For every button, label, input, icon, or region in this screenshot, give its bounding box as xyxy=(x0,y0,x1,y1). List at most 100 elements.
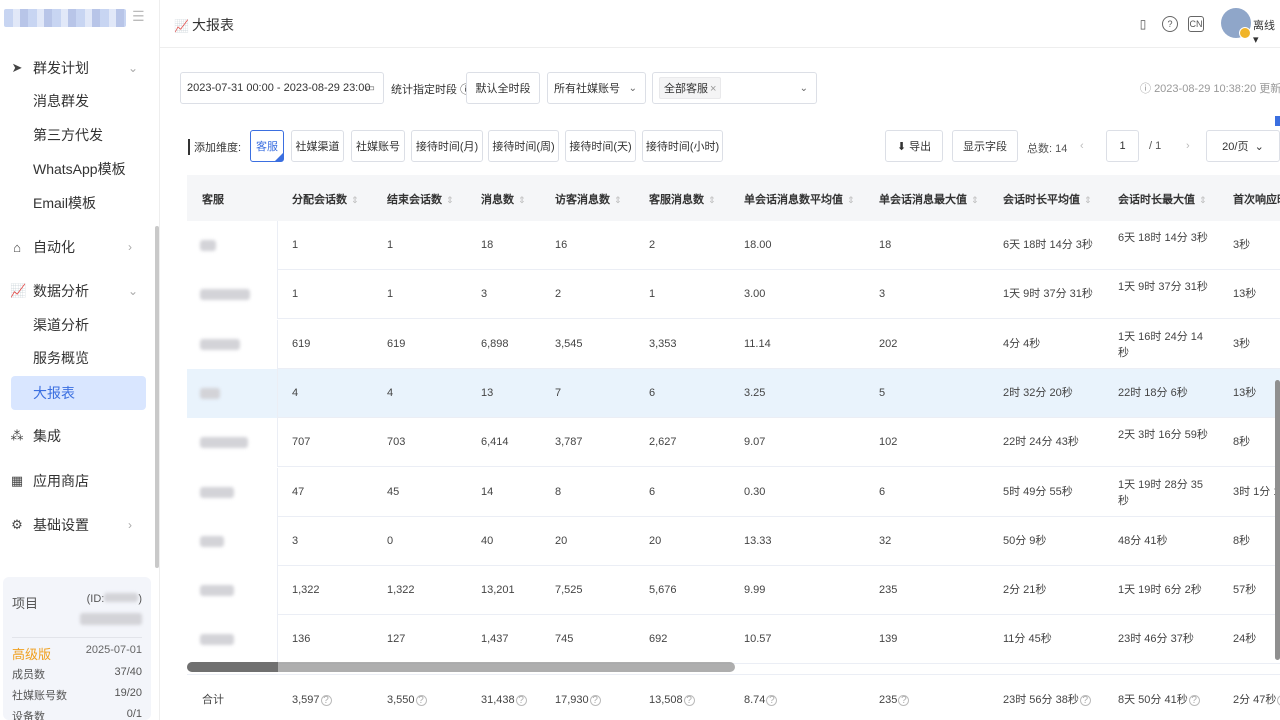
col-messages[interactable]: 消息数 ⇕ xyxy=(481,191,526,207)
nav-item-third-party[interactable]: 第三方代发 xyxy=(33,121,103,149)
table-cell: 1,322 xyxy=(292,584,320,597)
chip-week[interactable]: 接待时间(周) xyxy=(488,130,559,162)
chip-hour[interactable]: 接待时间(小时) xyxy=(642,130,723,162)
agent-name-cell xyxy=(187,418,278,468)
table-row[interactable]: 619 619 6,898 3,545 3,353 11.14 202 4分 4秒 1天 16时… xyxy=(187,319,1280,369)
table-cell: 6 xyxy=(649,386,656,399)
table-cell: 45 xyxy=(387,485,400,498)
table-cell: 8秒 xyxy=(1233,436,1251,449)
table-row[interactable]: 47 45 14 8 6 0.30 6 5时 49分 55秒 1天 19时 28分 35秒 3时 … xyxy=(187,467,1280,517)
agent-select[interactable]: 全部客服 × ⌄ xyxy=(652,72,817,104)
fixed-column-scrollbar xyxy=(187,662,278,672)
next-page-icon[interactable]: › xyxy=(1186,140,1190,152)
total-cell: 2分 47秒? xyxy=(1233,692,1280,708)
table-cell: 1,322 xyxy=(387,584,415,597)
col-max-msgs[interactable]: 单会话消息最大值 ⇕ xyxy=(879,191,979,207)
table-row[interactable]: 136 127 1,437 745 692 10.57 139 11分 45秒 23时 46分 … xyxy=(187,615,1280,665)
redacted-name xyxy=(200,387,220,399)
vertical-scrollbar[interactable] xyxy=(1275,380,1280,660)
nav-group-settings[interactable]: ⚙ 基础设置 › xyxy=(0,510,160,540)
nav-group-mass[interactable]: ➤ 群发计划 ⌄ xyxy=(0,53,160,83)
nav-item-service[interactable]: 服务概览 xyxy=(33,344,89,372)
table-row[interactable]: 707 703 6,414 3,787 2,627 9.07 102 22时 24分 43秒 2… xyxy=(187,418,1280,468)
redacted-name xyxy=(200,240,216,251)
updated-time: ⓘ 2023-08-29 10:38:20 更新数据 xyxy=(1140,83,1280,95)
col-avg-duration[interactable]: 会话时长平均值 ⇕ xyxy=(1003,191,1092,207)
device-icon[interactable]: ▯ xyxy=(1135,16,1151,32)
date-range-picker[interactable]: 2023-07-31 00:00 - 2023-08-29 23:00 ▭ xyxy=(180,72,384,104)
logo xyxy=(4,9,126,27)
chip-channel[interactable]: 社媒渠道 xyxy=(291,130,344,162)
col-assigned[interactable]: 分配会话数 ⇕ xyxy=(292,191,359,207)
page-input[interactable]: 1 xyxy=(1106,130,1139,162)
nav-group-label: 应用商店 xyxy=(33,473,89,489)
table-cell: 16 xyxy=(555,239,568,251)
agent-name-cell xyxy=(187,319,278,369)
export-button[interactable]: ⬇ 导出 xyxy=(885,130,943,162)
calendar-icon: ▭ xyxy=(365,82,375,94)
chip-month[interactable]: 接待时间(月) xyxy=(411,130,483,162)
nav-group-analysis[interactable]: 📈 数据分析 ⌄ xyxy=(0,276,160,306)
col-agent[interactable]: 客服 xyxy=(202,191,224,207)
menu-toggle-icon[interactable]: ☰ xyxy=(132,8,145,25)
agent-tag[interactable]: 全部客服 × xyxy=(659,77,722,99)
avatar[interactable] xyxy=(1221,8,1251,39)
chip-account[interactable]: 社媒账号 xyxy=(351,130,405,162)
col-agent-msgs[interactable]: 客服消息数 ⇕ xyxy=(649,191,716,207)
nav-group-store[interactable]: ▦ 应用商店 xyxy=(0,466,160,496)
nav-group-automation[interactable]: ⌂ 自动化 › xyxy=(0,232,160,262)
redacted-name xyxy=(200,535,224,547)
table-row[interactable]: 1 1 18 16 2 18.00 18 6天 18时 14分 3秒 6天 18时 14分 3秒… xyxy=(187,221,1280,270)
page-size-select[interactable]: 20/页 ⌄ xyxy=(1206,130,1280,162)
total-cell: 235? xyxy=(879,692,910,708)
table-row[interactable]: 3 0 40 20 20 13.33 32 50分 9秒 48分 41秒 8秒 xyxy=(187,516,1280,566)
nav-group-label: 群发计划 xyxy=(33,60,89,76)
nav-group-integration[interactable]: ⁂ 集成 xyxy=(0,421,160,451)
language-icon[interactable]: CN xyxy=(1188,16,1204,32)
help-icon: ? xyxy=(515,695,527,706)
col-closed[interactable]: 结束会话数 ⇕ xyxy=(387,191,454,207)
nav-item-report[interactable]: 大报表 xyxy=(11,376,146,410)
help-icon: ? xyxy=(415,695,427,706)
table-cell: 14 xyxy=(481,485,494,498)
table-cell: 13秒 xyxy=(1233,386,1257,399)
sort-icon: ⇕ xyxy=(847,195,855,205)
table-row[interactable]: 4 4 13 7 6 3.25 5 2时 32分 20秒 22时 18分 6秒 13秒 xyxy=(187,368,1280,418)
account-select[interactable]: 所有社媒账号 ⌄ xyxy=(547,72,646,104)
col-first-response[interactable]: 首次响应时 xyxy=(1233,191,1280,207)
help-icon[interactable]: ? xyxy=(1162,16,1178,32)
table-cell: 1 xyxy=(387,239,394,251)
table-cell: 1 xyxy=(292,239,299,251)
chevron-down-icon: ⌄ xyxy=(128,284,139,298)
table-cell: 57秒 xyxy=(1233,584,1257,597)
nav-item-mass-send[interactable]: 消息群发 xyxy=(33,87,89,115)
table-cell: 6,414 xyxy=(481,436,509,449)
info-icon: ⓘ xyxy=(1140,83,1151,95)
default-period-button[interactable]: 默认全时段 xyxy=(466,72,540,104)
col-avg-msgs[interactable]: 单会话消息数平均值 ⇕ xyxy=(744,191,855,207)
table-row[interactable]: 1,322 1,322 13,201 7,525 5,676 9.99 235 2分 21秒 1… xyxy=(187,566,1280,616)
col-max-duration[interactable]: 会话时长最大值 ⇕ xyxy=(1118,191,1207,207)
status-label[interactable]: 离线 ▾ xyxy=(1253,17,1280,46)
table-cell: 235 xyxy=(879,584,898,597)
table-cell: 3 xyxy=(481,288,488,301)
table-cell: 9.99 xyxy=(744,584,766,597)
nav-item-email[interactable]: Email模板 xyxy=(33,189,96,217)
chevron-right-icon: › xyxy=(128,518,132,532)
table-cell: 4 xyxy=(387,386,394,399)
chevron-down-icon: ⌄ xyxy=(799,82,808,94)
prev-page-icon[interactable]: ‹ xyxy=(1080,140,1084,152)
nav-item-whatsapp[interactable]: WhatsApp模板 xyxy=(33,155,126,183)
col-visitor-msgs[interactable]: 访客消息数 ⇕ xyxy=(555,191,622,207)
table-cell: 2天 3时 16分 59秒 xyxy=(1118,429,1208,442)
table-row[interactable]: 1 1 3 2 1 3.00 3 1天 9时 37分 31秒 1天 9时 37分 31秒 13秒 xyxy=(187,270,1280,320)
fields-button[interactable]: 显示字段 xyxy=(952,130,1018,162)
chip-day[interactable]: 接待时间(天) xyxy=(565,130,636,162)
help-icon: ? xyxy=(1188,695,1200,706)
sidebar-scrollbar[interactable] xyxy=(155,226,159,568)
table-cell: 18 xyxy=(879,239,892,251)
nav-item-channel[interactable]: 渠道分析 xyxy=(33,311,89,339)
chip-agent[interactable]: 客服 xyxy=(250,130,284,162)
table-cell: 0 xyxy=(387,534,394,547)
table-cell: 22时 18分 6秒 xyxy=(1118,386,1188,399)
